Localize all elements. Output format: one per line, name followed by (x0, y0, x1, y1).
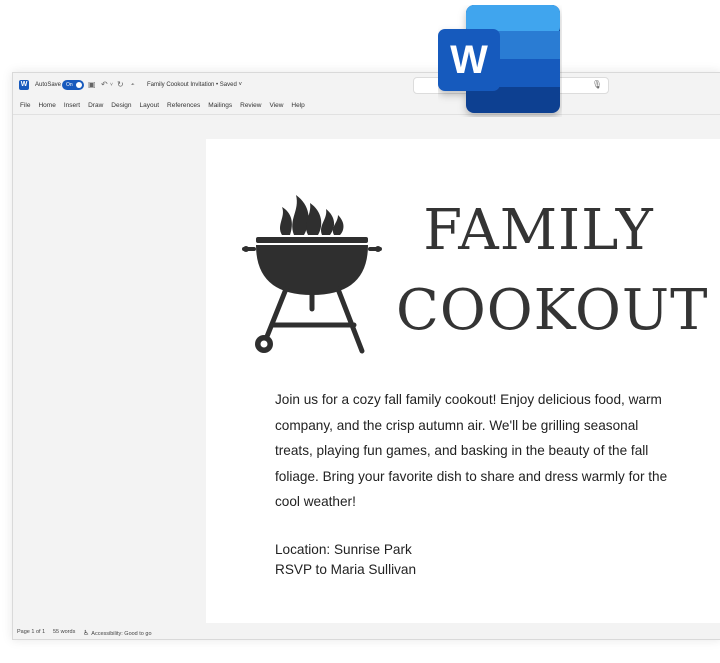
document-page[interactable]: FAMILY COOKOUT Join us for a cozy fall f… (206, 139, 720, 623)
word-logo-letter: W (450, 38, 488, 82)
accessibility-text: Accessibility: Good to go (91, 631, 152, 637)
customize-icon[interactable]: ⩡ (131, 80, 134, 90)
title-line-family: FAMILY (423, 198, 654, 263)
undo-dropdown-icon[interactable]: ˅ (110, 80, 113, 90)
word-logo-icon: W (438, 5, 560, 113)
redo-icon[interactable]: ↻ (117, 80, 124, 90)
tab-mailings[interactable]: Mailings (204, 99, 236, 113)
word-count[interactable]: 55 words (53, 629, 75, 635)
location-line: Location: Sunrise Park (275, 542, 412, 557)
invitation-paragraph: Join us for a cozy fall family cookout! … (275, 392, 668, 510)
title-line-cookout: COOKOUT (396, 278, 709, 343)
ribbon-divider (13, 114, 720, 115)
accessibility-icon: ♿ (83, 630, 90, 637)
page-title: FAMILY COOKOUT (396, 191, 709, 351)
word-logo-icon[interactable]: W (19, 80, 29, 90)
page-count[interactable]: Page 1 of 1 (17, 629, 45, 635)
save-icon[interactable]: ▣ (88, 80, 96, 90)
autosave-label: AutoSave (35, 82, 62, 88)
tab-home[interactable]: Home (34, 99, 59, 113)
accessibility-status[interactable]: ♿ Accessibility: Good to go (83, 629, 152, 637)
autosave-toggle[interactable]: On (62, 80, 84, 90)
event-details: Location: Sunrise Park RSVP to Maria Sul… (275, 540, 675, 580)
tab-draw[interactable]: Draw (84, 99, 107, 113)
undo-icon[interactable]: ↶ (101, 80, 108, 90)
autosave-state: On (66, 82, 73, 88)
word-window: W AutoSave On ▣ ↶ ˅ ↻ ⩡ Family Cookout I… (12, 72, 720, 640)
title-bar: W AutoSave On ▣ ↶ ˅ ↻ ⩡ Family Cookout I… (13, 73, 720, 97)
tab-review[interactable]: Review (236, 99, 265, 113)
tab-view[interactable]: View (265, 99, 287, 113)
status-bar: Page 1 of 1 55 words ♿ Accessibility: Goo… (13, 625, 720, 639)
tab-layout[interactable]: Layout (136, 99, 164, 113)
menu-bar: File Home Insert Draw Design Layout Refe… (13, 99, 720, 113)
tab-file[interactable]: File (13, 99, 34, 113)
microphone-icon[interactable]: 🎙 (592, 80, 602, 89)
rsvp-line: RSVP to Maria Sullivan (275, 562, 417, 577)
tab-references[interactable]: References (163, 99, 204, 113)
tab-insert[interactable]: Insert (60, 99, 84, 113)
document-title[interactable]: Family Cookout Invitation • Saved ˅ (147, 82, 242, 88)
grill-icon (242, 195, 382, 354)
tab-help[interactable]: Help (287, 99, 308, 113)
tab-design[interactable]: Design (107, 99, 135, 113)
toggle-knob (76, 82, 82, 88)
